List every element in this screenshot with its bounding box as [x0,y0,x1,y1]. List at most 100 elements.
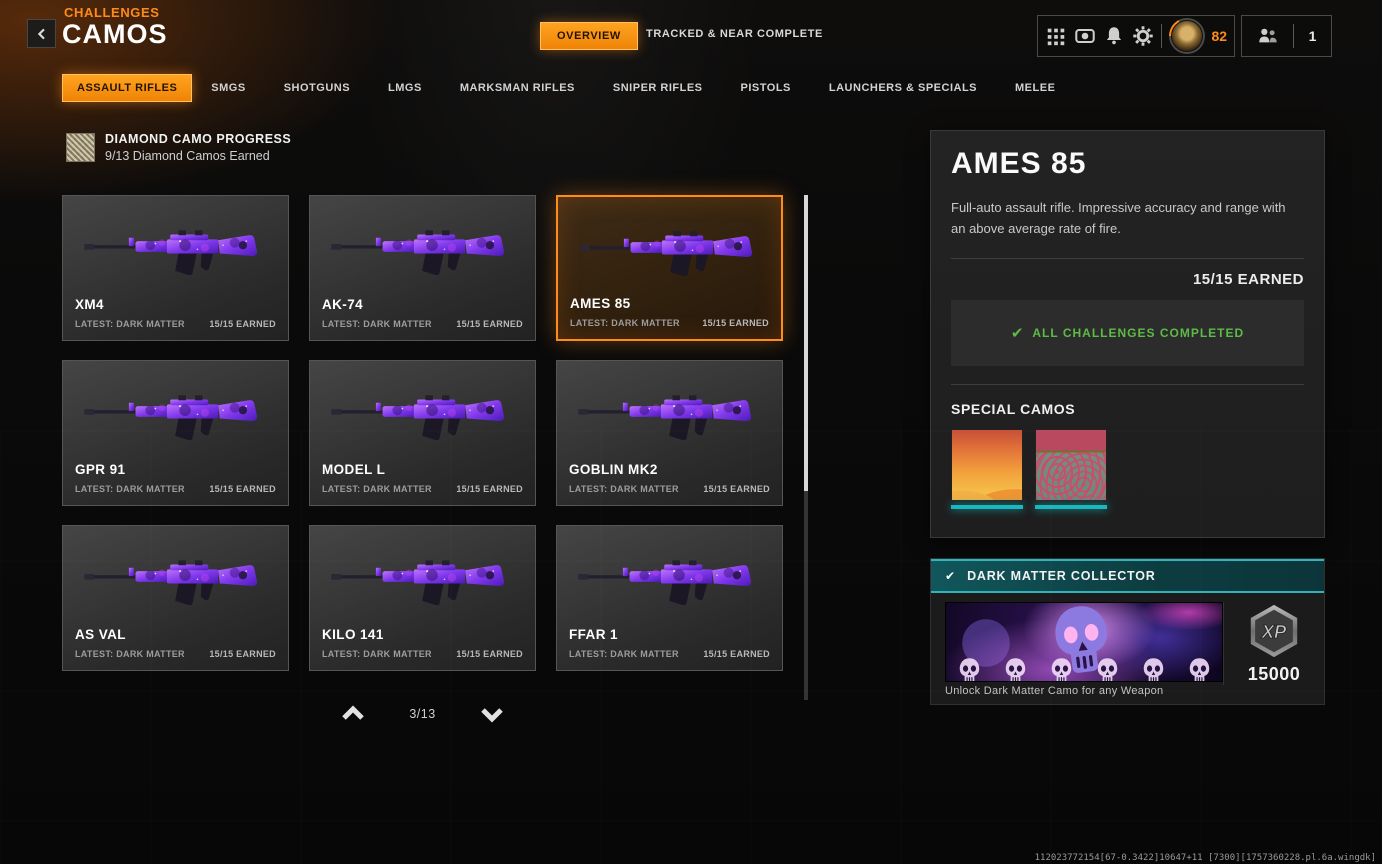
special-camos-label: SPECIAL CAMOS [951,401,1304,417]
weapon-name: GPR 91 [75,462,125,477]
weapon-earned-count: 15/15 EARNED [456,484,523,494]
tab-smgs[interactable]: SMGS [192,75,264,101]
weapon-earned-count: 15/15 EARNED [703,649,770,659]
weapon-image [575,542,765,620]
weapon-name: MODEL L [322,462,385,477]
diamond-camo-swatch-icon [66,133,95,162]
capture-icon[interactable] [1074,25,1096,47]
weapon-name: AS VAL [75,627,126,642]
diamond-progress: DIAMOND CAMO PROGRESS 9/13 Diamond Camos… [66,132,291,163]
weapon-card-asval[interactable]: AS VAL LATEST: DARK MATTER 15/15 EARNED [62,525,289,671]
weapon-image [328,542,518,620]
player-level: 82 [1211,28,1227,44]
party-widget[interactable]: 1 [1241,15,1332,57]
weapon-card-modell[interactable]: MODEL L LATEST: DARK MATTER 15/15 EARNED [309,360,536,506]
weapon-earned-count: 15/15 EARNED [209,649,276,659]
weapon-name: AK-74 [322,297,363,312]
weapon-earned-count: 15/15 EARNED [702,318,769,328]
weapon-card-ffar1[interactable]: FFAR 1 LATEST: DARK MATTER 15/15 EARNED [556,525,783,671]
tab-melee[interactable]: MELEE [996,75,1074,101]
grid-scrollbar[interactable] [804,195,808,700]
mini-skull-icon [1095,657,1120,682]
weapon-latest-camo: LATEST: DARK MATTER [322,319,432,329]
weapon-image [575,377,765,455]
diamond-progress-title: DIAMOND CAMO PROGRESS [105,132,291,146]
weapon-latest-camo: LATEST: DARK MATTER [570,318,680,328]
weapon-latest-camo: LATEST: DARK MATTER [75,484,185,494]
tab-sniper-rifles[interactable]: SNIPER RIFLES [594,75,722,101]
party-divider [1293,24,1294,48]
special-camo-unlocked-bar [1035,505,1107,509]
weapon-card-goblinmk2[interactable]: GOBLIN MK2 LATEST: DARK MATTER15/15 EARN… [556,360,783,506]
back-chevron-icon [34,26,50,42]
special-camo-floral-image [1035,429,1107,501]
weapon-card-ak74[interactable]: AK-74 LATEST: DARK MATTER 15/15 EARNED [309,195,536,341]
player-emblem-art [1171,20,1203,52]
tab-pistols[interactable]: PISTOLS [722,75,810,101]
weapon-card-gpr91[interactable]: GPR 91 LATEST: DARK MATTER 15/15 EARNED [62,360,289,506]
weapon-card-kilo141[interactable]: KILO 141 LATEST: DARK MATTER15/15 EARNED [309,525,536,671]
weapon-image [81,542,271,620]
collector-reward: XP 15000 [1223,602,1324,685]
page-indicator: 3/13 [409,707,435,721]
collector-title: DARK MATTER COLLECTOR [967,569,1156,583]
weapon-name: AMES 85 [570,296,631,311]
weapon-latest-camo: LATEST: DARK MATTER [569,649,679,659]
settings-gear-icon[interactable] [1132,25,1154,47]
tab-launchers-specials[interactable]: LAUNCHERS & SPECIALS [810,75,996,101]
weapon-latest-camo: LATEST: DARK MATTER [75,319,185,329]
grid-scrollbar-thumb[interactable] [804,195,808,491]
social-party-icon [1257,25,1279,47]
mini-skull-icon [1141,657,1166,682]
weapon-image [81,212,271,290]
notifications-bell-icon[interactable] [1103,25,1125,47]
detail-divider [951,258,1304,259]
weapon-name: XM4 [75,297,104,312]
tab-shotguns[interactable]: SHOTGUNS [265,75,369,101]
weapon-detail-panel: AMES 85 Full-auto assault rifle. Impress… [930,130,1325,538]
party-count: 1 [1309,28,1317,44]
player-emblem[interactable] [1169,18,1205,54]
mini-skull-icon [957,657,982,682]
special-camo-sunset[interactable] [951,429,1023,509]
weapon-image [81,377,271,455]
tab-assault-rifles[interactable]: ASSAULT RIFLES [62,74,192,102]
hud-icon-cluster: 82 [1037,15,1235,57]
detail-divider-2 [951,384,1304,385]
tab-tracked-near-complete[interactable]: TRACKED & NEAR COMPLETE [646,28,823,40]
detail-earned-count: 15/15 EARNED [951,271,1304,288]
weapon-card-ames85-selected[interactable]: AMES 85 LATEST: DARK MATTER 15/15 EARNED [556,195,783,341]
weapon-earned-count: 15/15 EARNED [456,319,523,329]
weapon-earned-count: 15/15 EARNED [209,319,276,329]
dark-matter-calling-card [945,602,1223,682]
mini-skull-icon [1049,657,1074,682]
weapon-earned-count: 15/15 EARNED [703,484,770,494]
weapon-image [328,212,518,290]
weapon-earned-count: 15/15 EARNED [209,484,276,494]
page-down-button[interactable] [479,703,505,725]
weapon-latest-camo: LATEST: DARK MATTER [322,484,432,494]
page-up-button[interactable] [340,703,366,725]
weapon-image [328,377,518,455]
collector-body: XP 15000 [931,593,1324,685]
tab-marksman-rifles[interactable]: MARKSMAN RIFLES [441,75,594,101]
tab-overview[interactable]: OVERVIEW [540,22,638,50]
weapon-earned-count: 15/15 EARNED [456,649,523,659]
hud-divider [1161,24,1162,48]
detail-weapon-title: AMES 85 [951,147,1304,181]
tab-lmgs[interactable]: LMGS [369,75,441,101]
weapon-name: GOBLIN MK2 [569,462,658,477]
weapon-name: FFAR 1 [569,627,618,642]
back-button[interactable] [27,19,56,48]
weapon-card-xm4[interactable]: XM4 LATEST: DARK MATTER 15/15 EARNED [62,195,289,341]
special-camo-floral[interactable] [1035,429,1107,509]
special-camo-sunset-image [951,429,1023,501]
challenges-eyebrow: CHALLENGES [64,5,160,20]
dark-matter-collector-card[interactable]: ✔ DARK MATTER COLLECTOR [930,558,1325,705]
weapon-latest-camo: LATEST: DARK MATTER [75,649,185,659]
special-camo-unlocked-bar [951,505,1023,509]
challenges-completed-box: ✔ ALL CHALLENGES COMPLETED [951,300,1304,366]
apps-grid-icon[interactable] [1045,25,1067,47]
special-camos-row [951,429,1304,509]
green-check-icon: ✔ [1011,324,1024,342]
